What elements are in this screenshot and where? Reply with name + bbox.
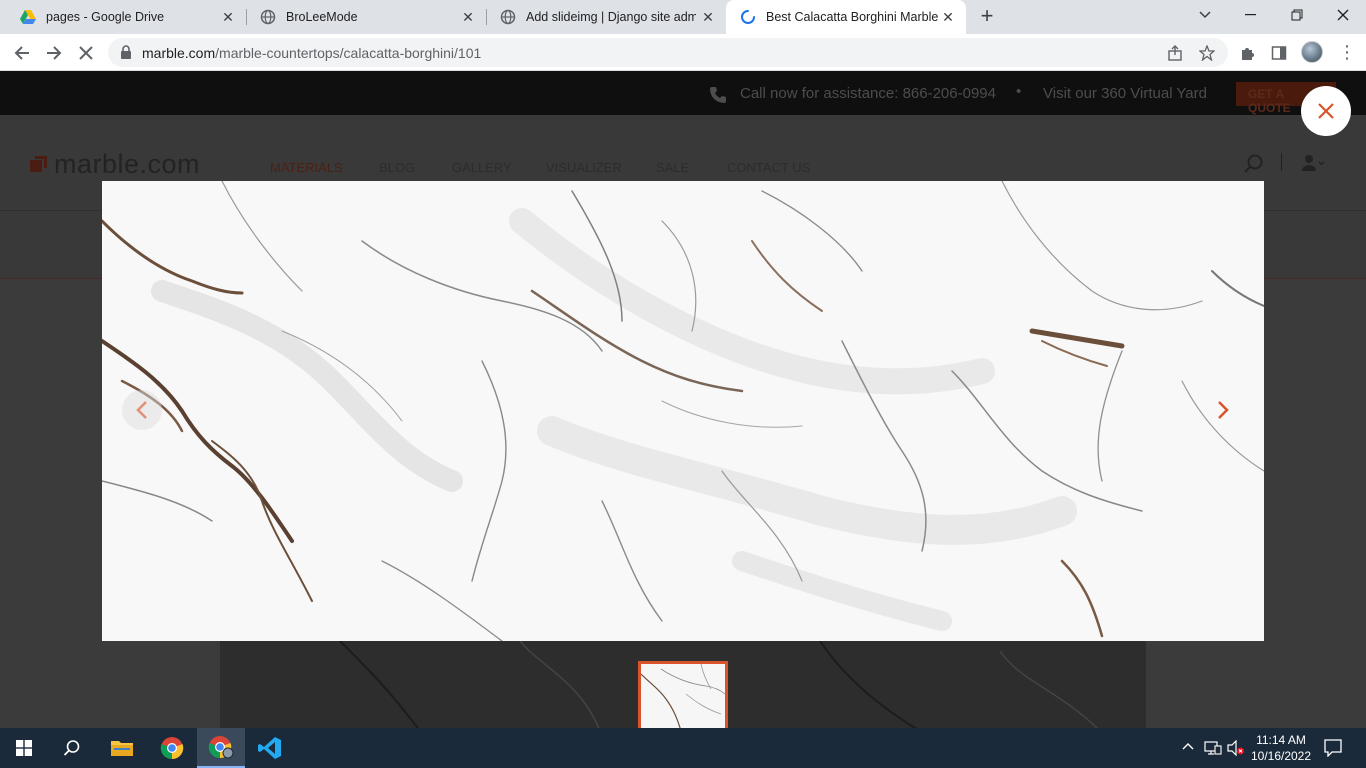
nav-blog[interactable]: BLOG	[379, 160, 415, 175]
thumbnail-selected[interactable]	[638, 661, 728, 728]
windows-taskbar: 11:14 AM 10/16/2022	[0, 728, 1366, 768]
chevron-left-icon	[136, 401, 147, 419]
call-assistance-text[interactable]: Call now for assistance: 866-206-0994	[740, 85, 996, 102]
notifications-icon[interactable]	[1324, 739, 1342, 760]
lock-icon[interactable]	[120, 45, 132, 64]
user-account-icon[interactable]	[1302, 154, 1326, 177]
tab-broleemode[interactable]: BroLeeMode ✕	[246, 0, 486, 34]
tab-title: pages - Google Drive	[46, 10, 165, 24]
site-topbar: Call now for assistance: 866-206-0994 • …	[0, 71, 1366, 115]
forward-arrow-icon[interactable]	[40, 39, 68, 67]
system-clock[interactable]: 11:14 AM 10/16/2022	[1246, 732, 1316, 764]
nav-visualizer[interactable]: VISUALIZER	[546, 160, 622, 175]
tab-google-drive[interactable]: pages - Google Drive ✕	[6, 0, 246, 34]
phone-icon	[708, 85, 728, 109]
close-lightbox-button[interactable]	[1301, 86, 1351, 136]
nav-materials[interactable]: MATERIALS	[270, 160, 343, 175]
stop-loading-icon[interactable]	[72, 39, 100, 67]
loading-spinner-icon	[740, 9, 756, 25]
address-bar[interactable]: marble.com/marble-countertops/calacatta-…	[108, 38, 1228, 67]
more-menu-icon[interactable]: ⋮	[1338, 43, 1356, 63]
tab-title: BroLeeMode	[286, 10, 358, 24]
url-text: marble.com/marble-countertops/calacatta-…	[142, 45, 481, 61]
marble-slab-image	[102, 181, 1264, 641]
tab-marble-active[interactable]: Best Calacatta Borghini Marble (F ✕	[726, 0, 966, 34]
network-icon[interactable]	[1204, 740, 1222, 759]
next-image-arrow[interactable]	[1203, 390, 1243, 430]
browser-toolbar: marble.com/marble-countertops/calacatta-…	[0, 34, 1366, 71]
header-divider	[1281, 153, 1282, 171]
nav-sale[interactable]: SALE	[656, 160, 689, 175]
show-hidden-icons-chevron-icon[interactable]	[1182, 740, 1194, 754]
globe-icon	[500, 9, 516, 25]
marble-logo[interactable]: marble.com	[30, 149, 200, 180]
nav-contact-us[interactable]: CONTACT US	[727, 160, 810, 175]
minimize-icon[interactable]	[1228, 0, 1274, 30]
clock-time: 11:14 AM	[1256, 733, 1306, 747]
tab-title: Best Calacatta Borghini Marble (F	[766, 10, 938, 24]
volume-muted-icon[interactable]	[1227, 739, 1245, 759]
back-arrow-icon[interactable]	[8, 39, 36, 67]
file-explorer-icon[interactable]	[98, 728, 146, 768]
chrome-profile-window-icon[interactable]	[197, 728, 245, 768]
globe-icon	[260, 9, 276, 25]
clock-date: 10/16/2022	[1250, 749, 1312, 763]
nav-gallery[interactable]: GALLERY	[452, 160, 512, 175]
bookmark-star-icon[interactable]	[1198, 44, 1216, 62]
logo-text: marble.com	[54, 149, 201, 179]
windows-start-icon[interactable]	[0, 728, 48, 768]
url-path: /marble-countertops/calacatta-borghini/1…	[215, 45, 482, 61]
close-icon	[1318, 103, 1334, 119]
restore-window-icon[interactable]	[1274, 0, 1320, 30]
topbar-separator: •	[1016, 83, 1022, 100]
search-icon[interactable]	[48, 728, 96, 768]
extensions-puzzle-icon[interactable]	[1237, 43, 1257, 63]
close-tab-icon[interactable]: ✕	[460, 9, 476, 25]
new-tab-plus-icon[interactable]: +	[976, 5, 998, 28]
tab-title: Add slideimg | Django site admin	[526, 10, 696, 24]
virtual-yard-link[interactable]: Visit our 360 Virtual Yard	[1043, 85, 1207, 102]
vscode-icon[interactable]	[246, 728, 294, 768]
google-drive-icon	[20, 9, 36, 25]
close-tab-icon[interactable]: ✕	[220, 9, 236, 25]
tab-search-chevron-icon[interactable]	[1182, 0, 1228, 30]
close-window-icon[interactable]	[1320, 0, 1366, 30]
previous-image-arrow[interactable]	[122, 390, 162, 430]
tab-django-admin[interactable]: Add slideimg | Django site admin ✕	[486, 0, 726, 34]
chevron-right-icon	[1218, 401, 1229, 419]
close-tab-icon[interactable]: ✕	[700, 9, 716, 25]
url-host: marble.com	[142, 45, 216, 61]
close-tab-icon[interactable]: ✕	[940, 9, 956, 25]
chrome-icon[interactable]	[148, 728, 196, 768]
profile-avatar[interactable]	[1301, 41, 1323, 63]
side-panel-icon[interactable]	[1269, 43, 1289, 63]
logo-mark-icon	[30, 155, 48, 174]
search-icon[interactable]	[1244, 154, 1264, 179]
share-icon[interactable]	[1166, 44, 1184, 62]
browser-tab-strip: pages - Google Drive ✕ BroLeeMode ✕ Add …	[0, 0, 1366, 34]
